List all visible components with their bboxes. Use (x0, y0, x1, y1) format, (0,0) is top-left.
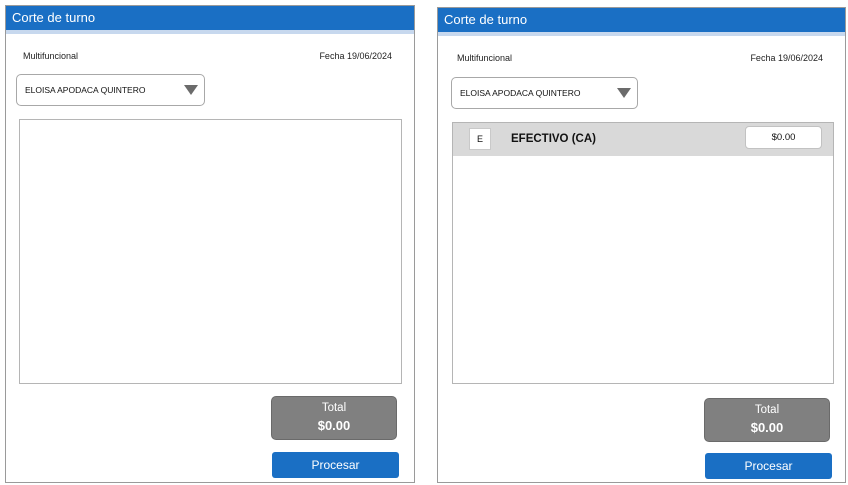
register-name: Multifuncional (457, 53, 513, 63)
process-button[interactable]: Procesar (705, 453, 832, 479)
payment-list[interactable]: E EFECTIVO (CA) $0.00 (452, 122, 834, 384)
total-value: $0.00 (317, 418, 351, 433)
title-underline (6, 30, 414, 34)
employee-select[interactable]: ELOISA APODACA QUINTERO (451, 77, 638, 109)
employee-select-value: ELOISA APODACA QUINTERO (25, 85, 146, 95)
total-display: Total $0.00 (704, 398, 830, 442)
payment-name: EFECTIVO (CA) (511, 133, 596, 145)
payment-list[interactable] (19, 119, 402, 384)
title-underline (438, 32, 845, 36)
total-value: $0.00 (750, 420, 784, 435)
employee-select[interactable]: ELOISA APODACA QUINTERO (16, 74, 205, 106)
total-label: Total (321, 402, 347, 414)
chevron-down-icon[interactable] (617, 88, 631, 98)
payment-code: E (469, 128, 491, 150)
panel-title: Corte de turno (6, 6, 414, 30)
date-label: Fecha 19/06/2024 (319, 51, 392, 61)
shift-cut-panel-with-cash: Corte de turno Multifuncional Fecha 19/0… (437, 7, 846, 483)
chevron-down-icon[interactable] (184, 85, 198, 95)
payment-row-efectivo[interactable]: E EFECTIVO (CA) $0.00 (453, 123, 833, 156)
panel-title: Corte de turno (438, 8, 845, 32)
process-button[interactable]: Procesar (272, 452, 399, 478)
date-label: Fecha 19/06/2024 (750, 53, 823, 63)
shift-cut-panel-empty: Corte de turno Multifuncional Fecha 19/0… (5, 5, 415, 483)
total-display: Total $0.00 (271, 396, 397, 440)
register-name: Multifuncional (23, 51, 79, 61)
payment-amount-input[interactable]: $0.00 (745, 126, 822, 149)
employee-select-value: ELOISA APODACA QUINTERO (460, 88, 581, 98)
total-label: Total (754, 404, 780, 416)
